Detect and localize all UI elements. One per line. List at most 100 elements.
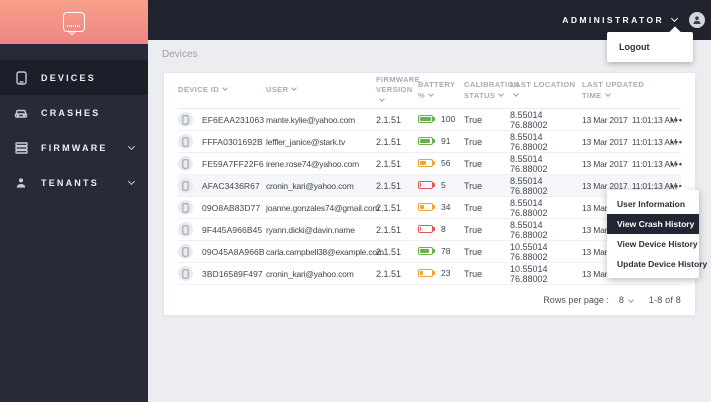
table-row-selected[interactable]: AFAC3436R67 cronin_kari@yahoo.com 2.1.51… (178, 175, 682, 197)
battery-value: 100 (441, 114, 456, 124)
calibration-status: True (464, 246, 483, 257)
brand-header[interactable] (0, 0, 148, 44)
device-id: FE59A7FF22F6 (202, 158, 264, 169)
battery-value: 56 (441, 158, 451, 168)
device-icon (178, 178, 193, 193)
table-row[interactable]: 9F445A966B45 ryann.dicki@davin.name 2.1.… (178, 219, 682, 241)
sort-chevron-icon (291, 85, 298, 92)
pagination-bar: Rows per page : 8 1-8 of 8 (178, 285, 681, 315)
firmware-version: 2.1.51 (376, 136, 402, 147)
last-location: 10.55014 76.88002 (510, 241, 548, 262)
user-email: leffler_janice@stark.tv (266, 136, 345, 147)
last-location: 8.55014 76.88002 (510, 153, 548, 174)
avatar[interactable] (689, 12, 705, 28)
column-header-location[interactable]: LAST LOCATION (510, 80, 582, 100)
device-id: 09O8AB83D77 (202, 202, 261, 213)
battery-value: 23 (441, 268, 451, 278)
rows-per-page-select[interactable]: 8 (619, 295, 634, 305)
last-location: 8.55014 76.88002 (510, 131, 548, 152)
sort-chevron-icon (498, 90, 505, 97)
device-id: EF6EAA231063 (202, 114, 265, 125)
column-header-updated[interactable]: LAST UPDATED TIME (582, 80, 668, 100)
device-icon (178, 266, 193, 281)
user-email: cronin_kari@yahoo.com (266, 268, 354, 279)
column-header-firmware[interactable]: FIRMWARE VERSION (376, 75, 420, 105)
battery-value: 91 (441, 136, 451, 146)
sidebar-item-label: FIRMWARE (41, 142, 108, 153)
firmware-version: 2.1.51 (376, 202, 402, 213)
user-email: joanne.gonzales74@gmail.com (266, 202, 380, 213)
sidebar-item-firmware[interactable]: FIRMWARE (0, 130, 148, 165)
column-header-device-id[interactable]: DEVICE ID (178, 85, 266, 95)
battery-value: 8 (441, 224, 446, 234)
firmware-version: 2.1.51 (376, 268, 402, 279)
sidebar-item-tenants[interactable]: TENANTS (0, 165, 148, 200)
person-icon (14, 176, 28, 190)
user-email: ryann.dicki@davin.name (266, 224, 355, 235)
device-id: 9F445A966B45 (202, 224, 263, 235)
row-actions-button[interactable]: ••• (668, 137, 683, 147)
table-row[interactable]: 3BD16589F497 cronin_kari@yahoo.com 2.1.5… (178, 263, 682, 285)
menu-item-view-device-history[interactable]: View Device History (607, 234, 699, 254)
battery-indicator: 78 (418, 246, 450, 256)
menu-item-user-information[interactable]: User Information (607, 194, 699, 214)
device-id: 09O45A8A966B (202, 246, 265, 257)
battery-indicator: 23 (418, 268, 450, 278)
sort-chevron-icon (379, 95, 385, 102)
menu-item-update-device-history[interactable]: Update Device History (607, 254, 707, 274)
calibration-status: True (464, 224, 483, 235)
column-header-user[interactable]: USER (266, 85, 376, 95)
device-id: AFAC3436R67 (202, 180, 260, 191)
brand-wordmark (67, 25, 81, 27)
device-icon (178, 200, 193, 215)
table-row[interactable]: FE59A7FF22F6 irene.rose74@yahoo.com 2.1.… (178, 153, 683, 175)
sidebar-item-label: CRASHES (41, 107, 101, 118)
chevron-down-icon (670, 14, 679, 23)
user-dropdown-menu: Logout (607, 32, 693, 62)
battery-indicator: 34 (418, 202, 450, 212)
battery-value: 34 (441, 202, 451, 212)
column-header-battery[interactable]: BATTERY % (418, 80, 464, 100)
user-email: mante.kylie@yahoo.com (266, 114, 355, 125)
firmware-version: 2.1.51 (376, 114, 402, 125)
car-icon (14, 106, 28, 120)
sort-chevron-icon (428, 90, 434, 97)
device-icon (178, 112, 193, 127)
sidebar-item-crashes[interactable]: CRASHES (0, 95, 148, 130)
logout-menu-item[interactable]: Logout (607, 38, 693, 56)
battery-value: 78 (441, 246, 451, 256)
calibration-status: True (464, 114, 483, 125)
row-actions-button[interactable]: ••• (668, 159, 683, 169)
battery-indicator: 56 (418, 158, 450, 168)
device-icon (178, 222, 193, 237)
brand-logo-icon (63, 12, 85, 32)
user-menu-button[interactable]: ADMINISTRATOR (562, 12, 705, 28)
calibration-status: True (464, 202, 483, 213)
last-updated-time: 13 Mar 2017 11:01:13 AM (582, 180, 677, 191)
menu-item-view-crash-history[interactable]: View Crash History (607, 214, 699, 234)
last-updated-time: 13 Mar 2017 11:01:13 AM (582, 158, 677, 169)
firmware-version: 2.1.51 (376, 180, 402, 191)
row-context-menu: User Information View Crash History View… (607, 190, 707, 278)
last-location: 8.55014 76.88002 (510, 197, 548, 218)
sidebar-item-label: DEVICES (41, 72, 96, 83)
app-window: DEVICES CRASHES FIRMWARE TENANTS ADMINIS… (0, 0, 711, 402)
sort-chevron-icon (222, 85, 228, 92)
table-row[interactable]: FFFA0301692B leffler_janice@stark.tv 2.1… (178, 131, 683, 153)
sidebar: DEVICES CRASHES FIRMWARE TENANTS (0, 0, 148, 402)
last-updated-time: 13 Mar 2017 11:01:13 AM (582, 114, 677, 125)
sidebar-item-devices[interactable]: DEVICES (0, 60, 148, 95)
calibration-status: True (464, 158, 483, 169)
firmware-version: 2.1.51 (376, 224, 402, 235)
sidebar-item-label: TENANTS (41, 177, 99, 188)
last-updated-time: 13 Mar 2017 11:01:13 AM (582, 136, 677, 147)
row-actions-button[interactable]: ••• (668, 115, 683, 125)
table-row[interactable]: 09O8AB83D77 joanne.gonzales74@gmail.com … (178, 197, 682, 219)
sort-chevron-icon (604, 90, 611, 97)
device-id: 3BD16589F497 (202, 268, 263, 279)
rows-per-page-label: Rows per page : (543, 295, 609, 305)
table-row[interactable]: 09O45A8A966B carla.campbell38@example.co… (178, 241, 682, 263)
column-header-calibration[interactable]: CALIBRATION STATUS (464, 80, 519, 100)
table-row[interactable]: EF6EAA231063 mante.kylie@yahoo.com 2.1.5… (178, 109, 683, 131)
chevron-down-icon (127, 142, 136, 150)
